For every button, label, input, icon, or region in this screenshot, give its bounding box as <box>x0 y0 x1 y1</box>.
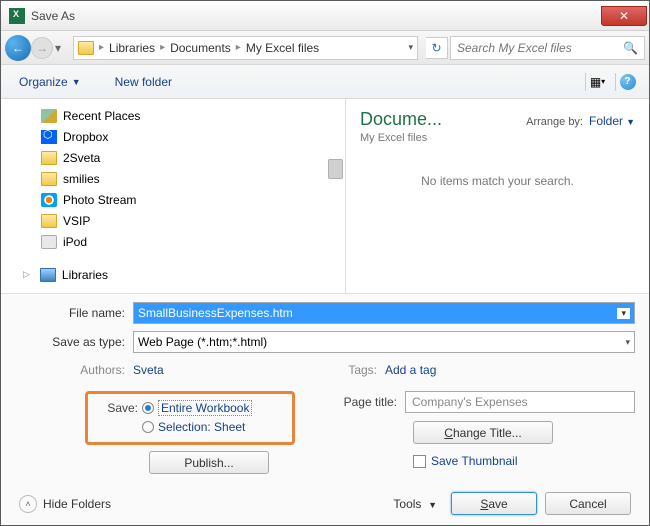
chevron-down-icon: ▼ <box>626 117 635 127</box>
tree-item-2sveta[interactable]: 2Sveta <box>1 147 345 168</box>
filename-input[interactable]: SmallBusinessExpenses.htm▾ <box>133 302 635 324</box>
tags-value[interactable]: Add a tag <box>385 363 436 377</box>
tree-item-recent-places[interactable]: Recent Places <box>1 105 345 126</box>
saveastype-label: Save as type: <box>15 335 133 349</box>
arrange-by-dropdown[interactable]: Folder ▼ <box>589 114 635 128</box>
close-icon: ✕ <box>619 9 629 23</box>
save-options-highlight: Save: Entire Workbook Selection: Sheet <box>85 391 295 445</box>
chevron-up-icon: ˄ <box>19 495 37 513</box>
libraries-icon <box>40 268 56 282</box>
toolbar: Organize ▼ New folder ▦▾ ? <box>1 65 649 99</box>
nav-back-button[interactable]: ← <box>5 35 31 61</box>
chevron-down-icon: ▼ <box>72 77 81 87</box>
breadcrumb-libraries[interactable]: Libraries <box>109 41 155 55</box>
filename-dropdown[interactable]: ▾ <box>617 308 630 319</box>
radio-entire-workbook-label[interactable]: Entire Workbook <box>158 400 252 416</box>
body-area: Recent Places Dropbox 2Sveta smilies Pho… <box>1 99 649 293</box>
saveastype-select[interactable]: Web Page (*.htm;*.html)▾ <box>133 331 635 353</box>
save-as-dialog: Save As ✕ ← → ▾ ▸ Libraries ▸ Documents … <box>0 0 650 526</box>
breadcrumb-documents[interactable]: Documents <box>170 41 231 55</box>
cancel-button[interactable]: Cancel <box>545 492 631 515</box>
breadcrumb-current[interactable]: My Excel files <box>246 41 319 55</box>
radio-selection-sheet[interactable] <box>142 421 154 433</box>
organize-button[interactable]: Organize ▼ <box>11 71 89 93</box>
navbar: ← → ▾ ▸ Libraries ▸ Documents ▸ My Excel… <box>1 31 649 65</box>
chevron-down-icon[interactable]: ▾ <box>625 337 630 348</box>
hide-folders-button[interactable]: ˄ Hide Folders <box>19 495 111 513</box>
authors-value[interactable]: Sveta <box>133 363 164 377</box>
arrow-left-icon: ← <box>12 41 24 55</box>
footer: File name: SmallBusinessExpenses.htm▾ Sa… <box>1 293 649 525</box>
preview-subtitle: My Excel files <box>360 132 635 144</box>
radio-selection-sheet-label[interactable]: Selection: Sheet <box>158 420 245 434</box>
folder-icon <box>78 41 94 55</box>
preview-pane: Docume... Arrange by: Folder ▼ My Excel … <box>346 99 649 293</box>
arrow-right-icon: → <box>36 41 48 55</box>
dropbox-icon <box>41 130 57 144</box>
authors-label: Authors: <box>15 363 133 377</box>
publish-button[interactable]: Publish... <box>149 451 269 474</box>
ipod-icon <box>41 235 57 249</box>
folder-icon <box>41 214 57 228</box>
radio-entire-workbook[interactable] <box>142 402 154 414</box>
folder-icon <box>41 172 57 186</box>
excel-icon <box>9 8 25 24</box>
tree-item-dropbox[interactable]: Dropbox <box>1 126 345 147</box>
folder-icon <box>41 151 57 165</box>
search-input[interactable] <box>457 41 623 55</box>
empty-message: No items match your search. <box>360 174 635 188</box>
tree-item-smilies[interactable]: smilies <box>1 168 345 189</box>
save-button[interactable]: Save <box>451 492 537 515</box>
photo-stream-icon <box>41 193 57 207</box>
titlebar: Save As ✕ <box>1 1 649 31</box>
scrollbar-thumb[interactable] <box>328 159 343 179</box>
view-options-button[interactable]: ▦▾ <box>585 73 609 91</box>
save-thumbnail-label[interactable]: Save Thumbnail <box>431 454 518 468</box>
nav-forward-button: → <box>31 37 53 59</box>
search-box[interactable]: 🔍 <box>450 36 645 60</box>
recent-places-icon <box>41 109 57 123</box>
change-title-button[interactable]: Change Title... <box>413 421 553 444</box>
breadcrumb-dropdown[interactable]: ▾ <box>408 42 413 53</box>
refresh-button[interactable]: ↻ <box>426 37 448 59</box>
close-button[interactable]: ✕ <box>601 6 647 26</box>
arrange-by-label: Arrange by: <box>526 116 583 128</box>
search-icon[interactable]: 🔍 <box>623 41 638 55</box>
window-title: Save As <box>31 9 601 23</box>
chevron-down-icon: ▼ <box>428 500 437 510</box>
filename-label: File name: <box>15 306 133 320</box>
tree-item-ipod[interactable]: iPod <box>1 231 345 252</box>
breadcrumb[interactable]: ▸ Libraries ▸ Documents ▸ My Excel files… <box>73 36 418 60</box>
help-button[interactable]: ? <box>615 73 639 91</box>
chevron-right-icon[interactable]: ▷ <box>23 269 30 280</box>
tags-label: Tags: <box>325 363 385 377</box>
page-title-label: Page title: <box>335 395 405 409</box>
chevron-right-icon[interactable]: ▸ <box>234 42 243 53</box>
chevron-right-icon[interactable]: ▸ <box>158 42 167 53</box>
chevron-right-icon[interactable]: ▸ <box>97 42 106 53</box>
page-title-input[interactable]: Company's Expenses <box>405 391 635 413</box>
refresh-icon: ↻ <box>431 41 441 55</box>
tools-dropdown[interactable]: Tools ▼ <box>393 497 437 511</box>
save-label: Save: <box>98 401 138 415</box>
preview-title: Docume... <box>360 109 526 130</box>
tree-item-photo-stream[interactable]: Photo Stream <box>1 189 345 210</box>
save-thumbnail-checkbox[interactable] <box>413 455 426 468</box>
new-folder-button[interactable]: New folder <box>107 71 180 93</box>
help-icon: ? <box>620 74 636 90</box>
tree-item-libraries[interactable]: ▷Libraries <box>1 264 345 285</box>
tree-item-vsip[interactable]: VSIP <box>1 210 345 231</box>
nav-history-dropdown[interactable]: ▾ <box>55 41 67 55</box>
folder-tree[interactable]: Recent Places Dropbox 2Sveta smilies Pho… <box>1 99 346 293</box>
view-icon: ▦ <box>590 75 601 89</box>
